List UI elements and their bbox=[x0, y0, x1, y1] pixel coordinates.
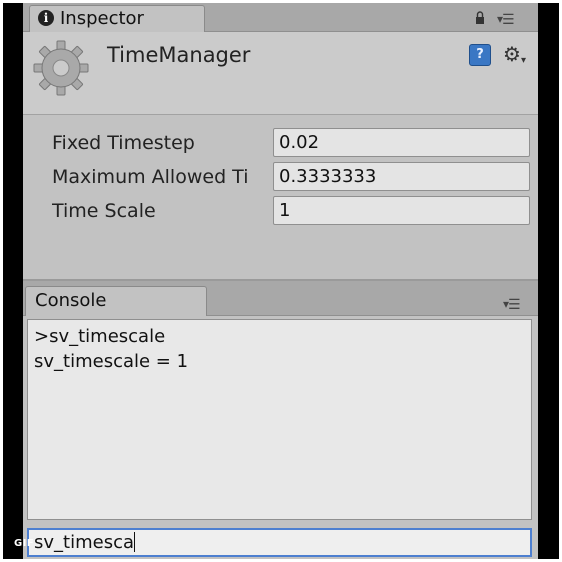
property-row-max-allowed-timestep: Maximum Allowed Ti 0.3333333 bbox=[23, 162, 538, 192]
gif-badge: GIF bbox=[14, 538, 35, 549]
lock-icon[interactable] bbox=[475, 11, 485, 24]
property-label: Maximum Allowed Ti bbox=[52, 166, 249, 188]
app-frame: i Inspector ▾☰ TimeManager ? ⚙▾ Fixed Ti… bbox=[3, 3, 559, 559]
console-input-text: sv_timesca bbox=[34, 532, 135, 553]
panel-menu-icon[interactable]: ▾☰ bbox=[497, 12, 515, 28]
console-menu-icon[interactable]: ▾☰ bbox=[503, 297, 521, 313]
help-icon[interactable]: ? bbox=[469, 44, 491, 66]
console-tabbar: Console ▾☰ bbox=[23, 281, 538, 316]
info-icon: i bbox=[38, 10, 54, 26]
console-log[interactable]: >sv_timescale sv_timescale = 1 bbox=[27, 319, 532, 520]
fixed-timestep-field[interactable]: 0.02 bbox=[273, 128, 530, 157]
editor-panel: i Inspector ▾☰ TimeManager ? ⚙▾ Fixed Ti… bbox=[23, 3, 538, 559]
property-row-time-scale: Time Scale 1 bbox=[23, 196, 538, 226]
console-input[interactable]: sv_timesca bbox=[27, 528, 532, 557]
gear-icon bbox=[33, 40, 89, 96]
tab-console-label: Console bbox=[35, 290, 107, 311]
text-caret bbox=[134, 532, 136, 552]
time-scale-field[interactable]: 1 bbox=[273, 196, 530, 225]
component-title: TimeManager bbox=[107, 43, 251, 67]
property-label: Fixed Timestep bbox=[52, 132, 195, 154]
property-row-fixed-timestep: Fixed Timestep 0.02 bbox=[23, 128, 538, 158]
console-line: >sv_timescale bbox=[34, 326, 166, 347]
max-allowed-timestep-field[interactable]: 0.3333333 bbox=[273, 162, 530, 191]
settings-icon[interactable]: ⚙▾ bbox=[503, 42, 526, 66]
component-header: TimeManager ? ⚙▾ bbox=[23, 32, 538, 115]
console-line: sv_timescale = 1 bbox=[34, 351, 189, 372]
tab-inspector-label: Inspector bbox=[60, 8, 144, 29]
properties-list: Fixed Timestep 0.02 Maximum Allowed Ti 0… bbox=[23, 115, 538, 279]
tab-console[interactable]: Console bbox=[25, 286, 207, 316]
property-label: Time Scale bbox=[52, 200, 156, 222]
tab-inspector[interactable]: i Inspector bbox=[29, 5, 205, 32]
inspector-tabbar: i Inspector ▾☰ bbox=[23, 3, 538, 32]
